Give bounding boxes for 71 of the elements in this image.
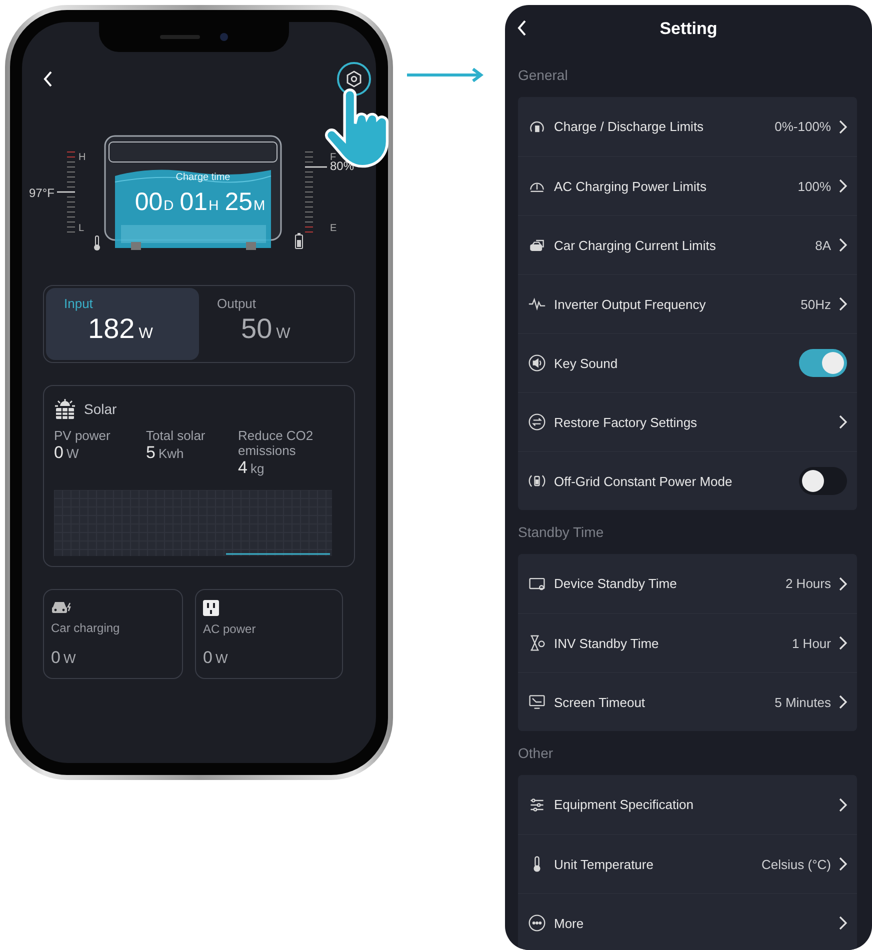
charge-time: 00D 01 H 25 M bbox=[134, 188, 266, 217]
hourglass-icon bbox=[528, 634, 546, 652]
setting-label[interactable]: Unit Temperature bbox=[554, 856, 762, 872]
pointing-hand-icon bbox=[325, 88, 389, 170]
thermometer-icon bbox=[93, 235, 101, 251]
section-title: Standby Time bbox=[518, 524, 604, 540]
setting-value: 2 Hours bbox=[785, 576, 831, 591]
chevron-icon bbox=[839, 798, 847, 812]
chevron-icon bbox=[839, 120, 847, 134]
power-outlet-icon bbox=[203, 600, 219, 616]
chevron-icon bbox=[839, 916, 847, 930]
setting-value: 8A bbox=[815, 238, 831, 252]
setting-label[interactable]: Device Standby Time bbox=[554, 576, 786, 591]
setting-label[interactable]: Key Sound bbox=[554, 356, 799, 370]
setting-label[interactable]: Inverter Output Frequency bbox=[554, 296, 801, 312]
speaker-icon bbox=[528, 354, 546, 372]
setting-value: 0%-100% bbox=[774, 119, 831, 134]
back-icon[interactable] bbox=[43, 71, 53, 87]
scale-label: H bbox=[78, 152, 86, 162]
toggle-switch[interactable] bbox=[799, 467, 847, 495]
setting-value: 50Hz bbox=[800, 296, 831, 312]
setting-label[interactable]: Car Charging Current Limits bbox=[554, 238, 816, 252]
section-title: Other bbox=[518, 745, 554, 761]
chevron-icon bbox=[839, 415, 847, 429]
toggle-switch[interactable] bbox=[799, 349, 847, 377]
stat-label: Total solar bbox=[146, 428, 206, 443]
battery-icon bbox=[295, 233, 303, 249]
chevron-icon bbox=[839, 636, 847, 650]
sliders-icon bbox=[528, 796, 546, 814]
section-title: General bbox=[518, 67, 568, 83]
setting-label[interactable]: INV Standby Time bbox=[554, 636, 792, 650]
chevron-icon bbox=[839, 297, 847, 311]
setting-label[interactable]: Screen Timeout bbox=[554, 694, 775, 710]
chevron-icon bbox=[839, 857, 847, 871]
screen-icon bbox=[528, 693, 546, 711]
setting-label[interactable]: Charge / Discharge Limits bbox=[554, 119, 775, 134]
output-label: AC power bbox=[203, 622, 256, 636]
scale-label: E bbox=[330, 222, 338, 234]
stat-value: 0 W bbox=[54, 443, 80, 463]
car-charging-icon bbox=[51, 600, 73, 615]
charge-time-label: Charge time bbox=[174, 172, 232, 183]
setting-value: Celsius (°C) bbox=[762, 856, 831, 872]
output-value: 0 W bbox=[51, 648, 76, 668]
screen-title: Setting bbox=[660, 19, 718, 39]
stat-value: 5 Kwh bbox=[146, 443, 185, 463]
setting-label[interactable]: Off-Grid Constant Power Mode bbox=[554, 474, 799, 488]
solar-title: Solar bbox=[84, 401, 117, 417]
scale-label: L bbox=[78, 222, 86, 234]
chevron-icon bbox=[839, 179, 847, 193]
chevron-icon bbox=[839, 576, 847, 590]
power-tab[interactable]: Input 182 W bbox=[46, 288, 199, 360]
chevron-icon bbox=[839, 238, 847, 252]
solar-panel-icon bbox=[54, 398, 76, 420]
setting-value: 100% bbox=[798, 178, 831, 194]
settings-icon bbox=[345, 70, 363, 88]
stat-label: PV power bbox=[54, 428, 112, 443]
power-tab[interactable]: Output 50 W bbox=[199, 288, 352, 360]
back-icon[interactable] bbox=[517, 20, 527, 36]
more-icon bbox=[528, 914, 546, 932]
output-value: 0 W bbox=[203, 648, 228, 668]
setting-label[interactable]: AC Charging Power Limits bbox=[554, 178, 798, 194]
setting-value: 1 Hour bbox=[792, 636, 831, 650]
chevron-icon bbox=[839, 695, 847, 709]
temperature-reading: 97°F bbox=[29, 186, 54, 200]
setting-value: 5 Minutes bbox=[774, 694, 831, 710]
output-label: Car charging bbox=[51, 621, 120, 635]
setting-label[interactable]: More bbox=[554, 916, 839, 930]
refresh-icon bbox=[528, 413, 546, 431]
setting-label[interactable]: Equipment Specification bbox=[554, 797, 839, 812]
setting-label[interactable]: Restore Factory Settings bbox=[554, 414, 839, 430]
stat-value: 4 kg bbox=[238, 458, 266, 478]
